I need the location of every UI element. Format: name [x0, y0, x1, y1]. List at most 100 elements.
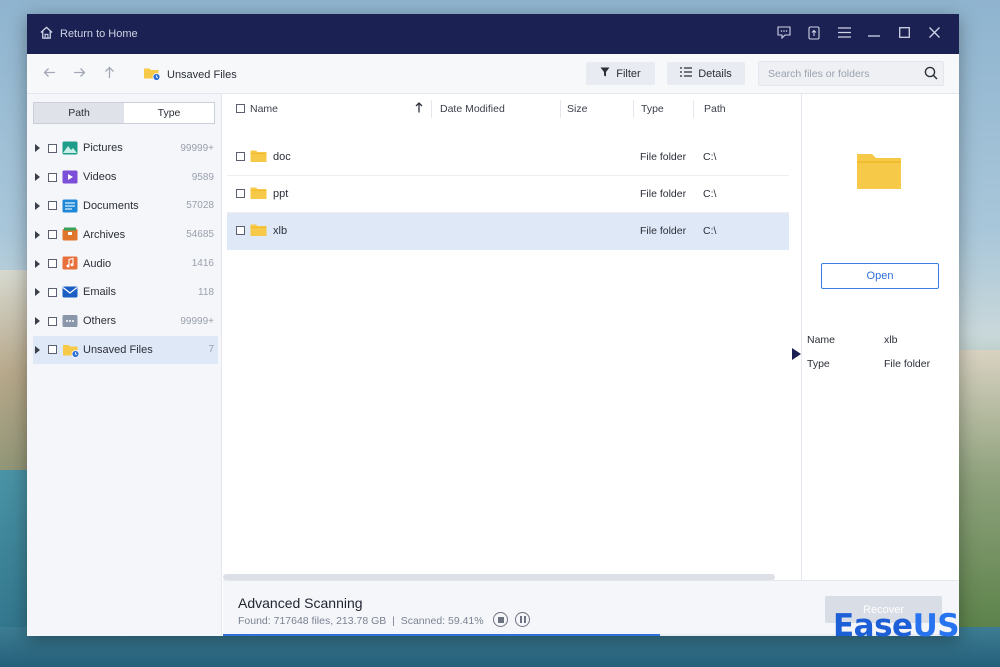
scan-progress-fill	[223, 634, 661, 636]
feedback-button[interactable]	[769, 14, 799, 54]
expand-icon[interactable]	[35, 345, 40, 354]
category-audio[interactable]: Audio 1416	[27, 249, 222, 278]
column-type[interactable]: Type	[641, 103, 664, 115]
column-date-modified[interactable]: Date Modified	[440, 103, 505, 115]
prop-name-value: xlb	[884, 334, 898, 346]
file-name: doc	[273, 151, 291, 163]
select-all-checkbox[interactable]	[236, 104, 245, 113]
pause-button[interactable]	[515, 612, 530, 627]
status-separator: |	[392, 615, 395, 627]
return-home-label: Return to Home	[60, 28, 138, 40]
column-divider[interactable]	[633, 100, 634, 118]
column-divider[interactable]	[693, 100, 694, 118]
column-name[interactable]: Name	[250, 103, 278, 115]
category-videos[interactable]: Videos 9589	[27, 163, 222, 192]
expand-icon[interactable]	[35, 201, 40, 210]
scan-status: Found: 717648 files, 213.78 GB | Scanned…	[238, 615, 484, 627]
category-label: Videos	[83, 171, 117, 184]
category-count: 1416	[191, 258, 214, 270]
up-button[interactable]	[99, 64, 119, 84]
stop-button[interactable]	[493, 612, 508, 627]
category-label: Emails	[83, 286, 117, 299]
category-checkbox[interactable]	[48, 259, 57, 269]
others-icon	[62, 314, 78, 331]
upgrade-button[interactable]	[799, 14, 829, 54]
tab-type[interactable]: Type	[124, 103, 214, 123]
open-button[interactable]: Open	[821, 263, 939, 289]
home-icon	[39, 25, 54, 43]
search-icon[interactable]	[924, 66, 938, 83]
column-divider[interactable]	[431, 100, 432, 118]
maximize-button[interactable]	[889, 14, 919, 54]
sort-arrow-up-icon[interactable]	[415, 102, 423, 116]
category-archives[interactable]: Archives 54685	[27, 220, 222, 249]
category-checkbox[interactable]	[48, 172, 57, 182]
column-path[interactable]: Path	[704, 103, 726, 115]
category-checkbox[interactable]	[48, 287, 57, 297]
logo-part-us: US	[912, 608, 960, 644]
close-button[interactable]	[919, 14, 949, 54]
minimize-icon	[868, 28, 880, 40]
chat-icon	[777, 26, 791, 42]
table-row[interactable]: doc File folder C:\	[227, 139, 789, 176]
row-checkbox[interactable]	[236, 226, 245, 235]
file-type: File folder	[640, 225, 687, 237]
category-checkbox[interactable]	[48, 316, 57, 326]
tab-path[interactable]: Path	[34, 103, 124, 123]
prop-type-value: File folder	[884, 358, 931, 370]
forward-button[interactable]	[69, 64, 89, 84]
file-type: File folder	[640, 188, 687, 200]
funnel-icon	[600, 67, 616, 80]
category-checkbox[interactable]	[48, 230, 57, 240]
expand-icon[interactable]	[35, 317, 40, 326]
column-size[interactable]: Size	[567, 103, 587, 115]
row-checkbox[interactable]	[236, 189, 245, 198]
file-type: File folder	[640, 151, 687, 163]
filter-button[interactable]: Filter	[586, 62, 655, 85]
folder-icon	[250, 149, 267, 166]
logo-part-ease: Ease	[833, 608, 913, 644]
return-home-link[interactable]: Return to Home	[39, 25, 138, 43]
file-list: Name Date Modified Size Type Path doc Fi…	[223, 94, 800, 580]
search-input[interactable]	[759, 62, 919, 85]
category-checkbox[interactable]	[48, 345, 57, 355]
category-label: Audio	[83, 257, 112, 270]
hamburger-icon	[837, 27, 851, 41]
list-icon	[680, 67, 698, 80]
expand-icon[interactable]	[35, 173, 40, 182]
details-button[interactable]: Details	[667, 62, 745, 85]
category-emails[interactable]: Emails 118	[27, 278, 222, 307]
file-name: xlb	[273, 225, 288, 237]
expand-icon[interactable]	[35, 230, 40, 239]
arrow-right-icon	[73, 67, 86, 81]
view-mode-toggle: Path Type	[33, 102, 215, 124]
category-checkbox[interactable]	[48, 143, 57, 153]
category-count: 54685	[186, 229, 214, 241]
table-row[interactable]: ppt File folder C:\	[227, 176, 789, 213]
category-pictures[interactable]: Pictures 99999+	[27, 134, 222, 163]
category-others[interactable]: Others 99999+	[27, 307, 222, 336]
category-unsaved-files[interactable]: Unsaved Files 7	[33, 335, 218, 365]
maximize-icon	[898, 27, 910, 41]
collapse-pane-icon[interactable]	[792, 348, 801, 360]
file-path: C:\	[703, 151, 717, 163]
category-documents[interactable]: Documents 57028	[27, 192, 222, 221]
scanned-text: Scanned: 59.41%	[400, 615, 484, 627]
column-divider[interactable]	[560, 100, 561, 118]
row-checkbox[interactable]	[236, 152, 245, 161]
stop-icon	[497, 614, 504, 626]
category-count: 7	[208, 344, 214, 356]
menu-button[interactable]	[829, 14, 859, 54]
file-path: C:\	[703, 225, 717, 237]
back-button[interactable]	[39, 64, 59, 84]
documents-icon	[62, 199, 78, 216]
minimize-button[interactable]	[859, 14, 889, 54]
expand-icon[interactable]	[35, 288, 40, 297]
expand-icon[interactable]	[35, 144, 40, 153]
file-list-header: Name Date Modified Size Type Path	[223, 94, 800, 124]
category-count: 9589	[191, 171, 214, 183]
expand-icon[interactable]	[35, 259, 40, 268]
table-row[interactable]: xlb File folder C:\	[227, 213, 789, 250]
category-checkbox[interactable]	[48, 201, 57, 211]
pictures-icon	[62, 141, 78, 158]
